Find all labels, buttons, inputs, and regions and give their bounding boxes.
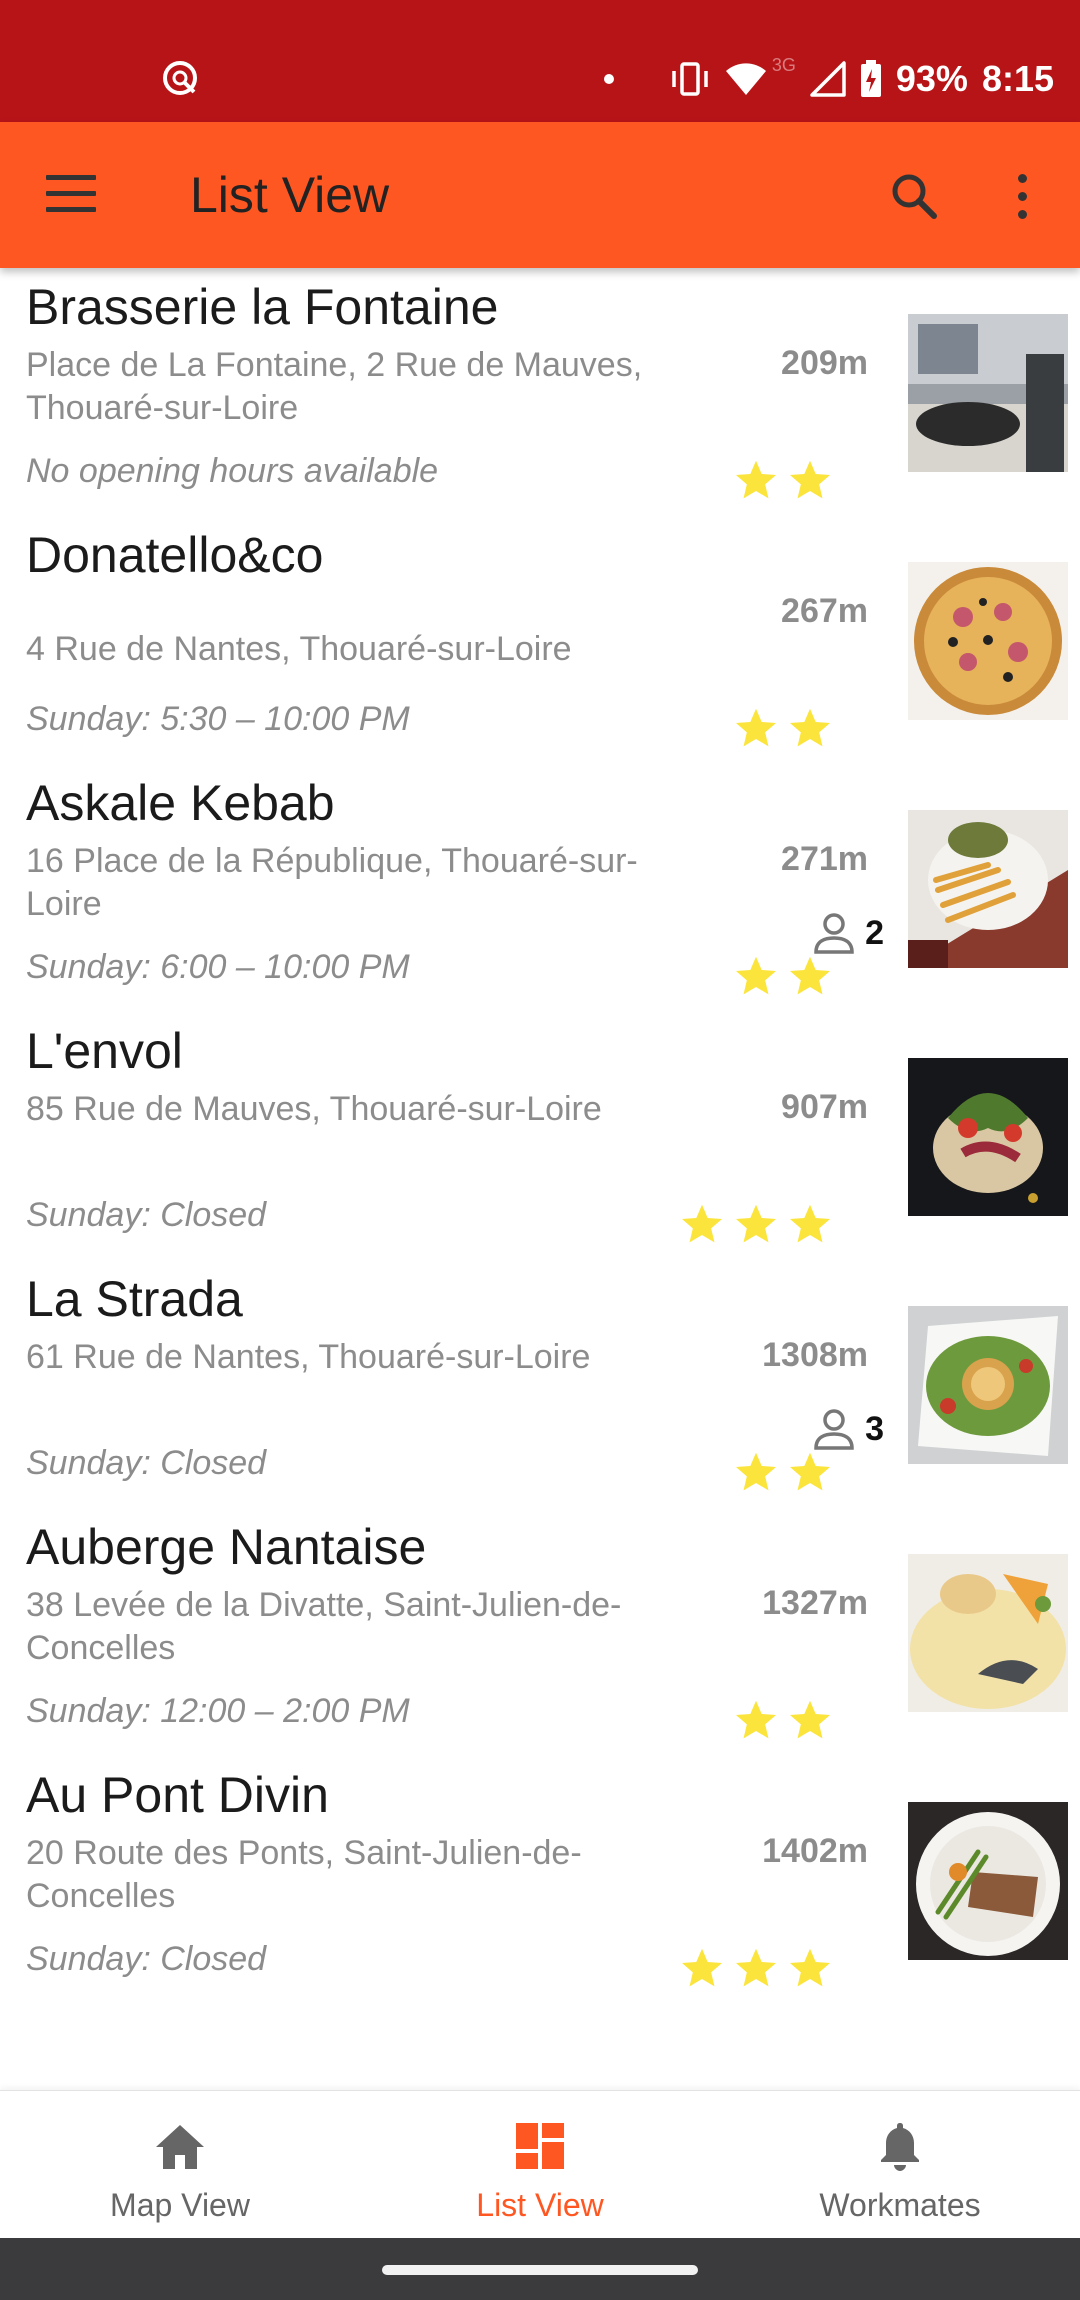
restaurant-photo [908,562,1068,720]
restaurant-name: Donatello&co [26,527,324,583]
status-bar: 3G 93% 8:15 [0,0,1080,122]
rating-stars [734,458,832,502]
restaurant-address: 85 Rue de Mauves, Thouaré-sur-Loire [26,1090,602,1128]
distance: 907m [781,1088,868,1126]
restaurant-item[interactable]: Brasserie la Fontaine Place de La Fontai… [0,268,1080,516]
restaurant-address: Place de La Fontaine, 2 Rue de Mauves, T… [26,346,643,427]
restaurant-name: Askale Kebab [26,775,335,831]
restaurant-name: Au Pont Divin [26,1767,329,1823]
bottom-navigation: Map View List View Workmates [0,2090,1080,2238]
star-icon [736,1700,776,1739]
nav-label: Workmates [819,2187,981,2223]
restaurant-name: Brasserie la Fontaine [26,279,499,335]
star-icon [736,708,776,747]
home-gesture-handle[interactable] [382,2265,698,2275]
star-icon [790,460,830,499]
restaurant-list: Brasserie la Fontaine Place de La Fontai… [0,268,1080,2090]
rating-stars [734,706,832,750]
rating-stars [680,1946,832,1990]
menu-icon[interactable] [46,175,96,215]
restaurant-item[interactable]: Au Pont Divin 20 Route des Ponts, Saint-… [0,1756,1080,2004]
restaurant-item[interactable]: Askale Kebab 16 Place de la République, … [0,764,1080,1012]
person-icon [814,1409,854,1450]
distance: 1308m [762,1336,868,1374]
opening-hours: Sunday: Closed [26,1444,267,1482]
opening-hours: Sunday: Closed [26,1940,267,1978]
home-icon [156,2125,204,2169]
distance: 209m [781,344,868,382]
restaurant-name: L'envol [26,1023,183,1079]
distance: 1327m [762,1584,868,1622]
restaurant-item[interactable]: L'envol 85 Rue de Mauves, Thouaré-sur-Lo… [0,1012,1080,1260]
restaurant-address: 16 Place de la République, Thouaré-sur-L… [26,842,638,923]
distance: 267m [781,592,868,630]
workmates-count: 3 [811,1406,884,1452]
star-icon [682,1204,722,1243]
star-icon [790,708,830,747]
opening-hours: No opening hours available [26,452,439,490]
page-title: List View [190,167,390,223]
star-icon [790,1948,830,1987]
workmates-number: 2 [865,913,884,952]
restaurant-item[interactable]: Donatello&co 4 Rue de Nantes, Thouaré-su… [0,516,1080,764]
battery-percent: 93% [895,58,968,99]
star-icon [790,956,830,995]
restaurant-address: 38 Levée de la Divatte, Saint-Julien-de-… [26,1586,622,1667]
restaurant-address: 20 Route des Ponts, Saint-Julien-de-Conc… [26,1834,582,1915]
wifi-icon [725,63,766,95]
opening-hours: Sunday: 6:00 – 10:00 PM [26,948,410,986]
restaurant-photo [908,1802,1068,1960]
vibrate-icon [672,62,708,96]
dot-icon [603,74,614,84]
signal-icon [810,61,846,97]
rating-stars [680,1202,832,1246]
restaurant-item[interactable]: Auberge Nantaise 38 Levée de la Divatte,… [0,1508,1080,1756]
nav-list-view[interactable]: List View [360,2091,720,2239]
restaurant-photo [908,1058,1068,1216]
restaurant-address: 61 Rue de Nantes, Thouaré-sur-Loire [26,1338,591,1376]
star-icon [790,1452,830,1491]
opening-hours: Sunday: Closed [26,1196,267,1234]
search-icon[interactable] [884,166,944,226]
star-icon [736,1452,776,1491]
nav-map-view[interactable]: Map View [0,2091,360,2239]
workmates-count: 2 [811,910,884,956]
star-icon [790,1700,830,1739]
app-notification-icon [163,61,197,95]
restaurant-name: Auberge Nantaise [26,1519,427,1575]
network-type: 3G [771,54,796,75]
star-icon [736,956,776,995]
rating-stars [734,1698,832,1742]
star-icon [736,1204,776,1243]
distance: 1402m [762,1832,868,1870]
workmates-number: 3 [865,1409,884,1448]
restaurant-name: La Strada [26,1271,243,1327]
opening-hours: Sunday: 12:00 – 2:00 PM [26,1692,410,1730]
star-icon [736,460,776,499]
rating-stars [734,954,832,998]
nav-label: List View [476,2187,604,2223]
opening-hours: Sunday: 5:30 – 10:00 PM [26,700,410,738]
star-icon [790,1204,830,1243]
star-icon [736,1948,776,1987]
rating-stars [734,1450,832,1494]
nav-workmates[interactable]: Workmates [720,2091,1080,2239]
bell-icon [881,2123,919,2171]
system-navigation-bar [0,2238,1080,2300]
app-toolbar: List View [0,122,1080,268]
restaurant-photo [908,810,1068,968]
restaurant-photo [908,314,1068,472]
dashboard-icon [516,2123,564,2169]
more-vert-icon[interactable] [1006,166,1038,226]
battery-icon [860,60,881,97]
distance: 271m [781,840,868,878]
restaurant-item[interactable]: La Strada 61 Rue de Nantes, Thouaré-sur-… [0,1260,1080,1508]
star-icon [682,1948,722,1987]
nav-label: Map View [110,2187,250,2223]
restaurant-address: 4 Rue de Nantes, Thouaré-sur-Loire [26,630,572,668]
restaurant-photo [908,1554,1068,1712]
clock: 8:15 [981,58,1054,99]
restaurant-photo [908,1306,1068,1464]
person-icon [814,913,854,954]
